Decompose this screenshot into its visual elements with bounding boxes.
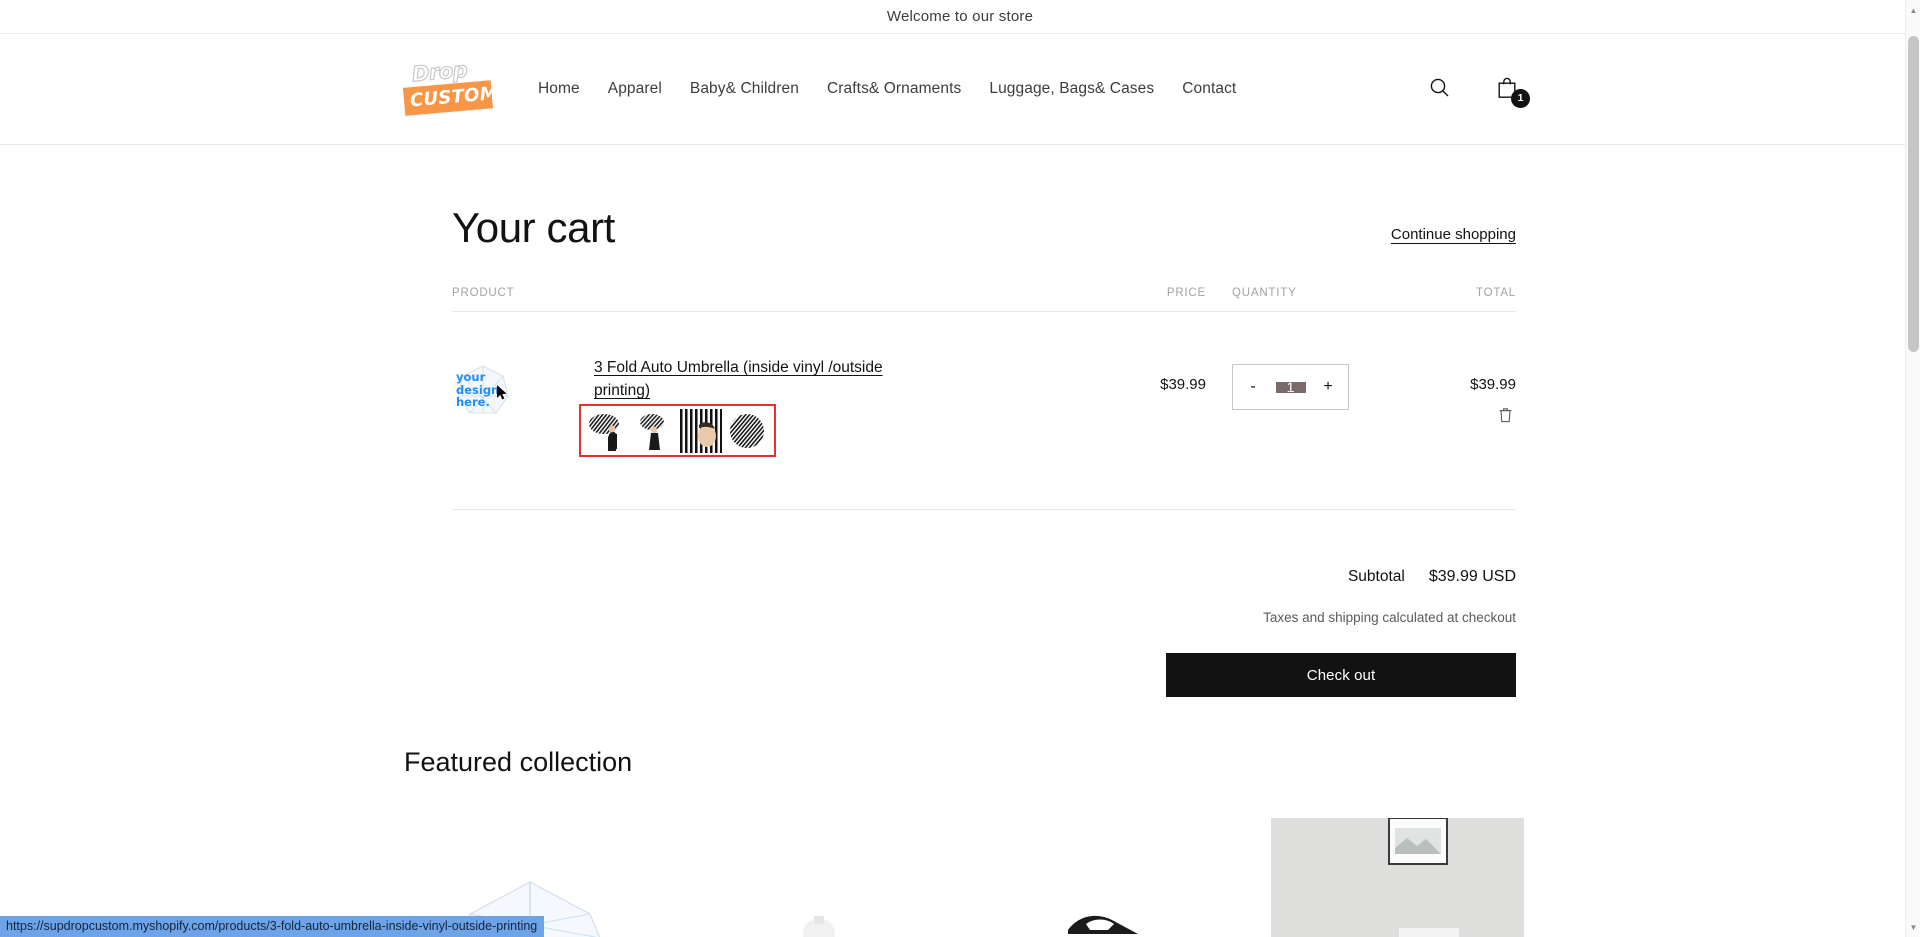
- trash-icon: [1498, 407, 1513, 426]
- preview-thumbnail[interactable]: [725, 408, 768, 453]
- cart-page: Your cart Continue shopping PRODUCT PRIC…: [0, 145, 1920, 697]
- scrollbar-thumb[interactable]: [1908, 36, 1919, 352]
- product-thumbnail[interactable]: your design here.: [452, 360, 514, 422]
- cart-table-header: PRODUCT PRICE QUANTITY TOTAL: [452, 287, 1516, 312]
- cart-count-badge: 1: [1511, 89, 1530, 108]
- nav-item-apparel[interactable]: Apparel: [594, 80, 676, 98]
- thumbnail-caption-line1: your: [456, 370, 486, 384]
- product-image-hover-preview[interactable]: [579, 404, 776, 457]
- column-header-quantity: QUANTITY: [1232, 287, 1297, 299]
- cart-line-item: your design here. 3 Fold Auto Umbrella (…: [452, 312, 1516, 510]
- umbrella-model-front-icon: [589, 413, 620, 451]
- framed-wall-art-icon: [1388, 818, 1459, 937]
- quantity-decrease-button[interactable]: -: [1244, 379, 1262, 395]
- preview-thumbnail[interactable]: [633, 408, 676, 453]
- white-ornament-icon: [803, 916, 835, 937]
- featured-collection-grid: [404, 818, 1920, 937]
- checkout-button[interactable]: Check out: [1166, 653, 1516, 697]
- umbrella-canopy-icon: [729, 413, 764, 448]
- main-navigation: Home Apparel Baby& Children Crafts& Orna…: [538, 80, 1250, 98]
- cart-totals: Subtotal $39.99 USD Taxes and shipping c…: [452, 510, 1516, 697]
- featured-product-image: [1271, 818, 1524, 937]
- cart-header: Your cart Continue shopping: [452, 145, 1516, 249]
- header-actions: 1: [1422, 72, 1530, 108]
- page-title: Your cart: [452, 204, 615, 251]
- subtotal-value: $39.99 USD: [1428, 568, 1516, 585]
- quantity-cell: - +: [1206, 354, 1366, 410]
- search-icon: [1429, 77, 1450, 101]
- tax-shipping-note: Taxes and shipping calculated at checkou…: [1263, 610, 1516, 625]
- nav-item-contact[interactable]: Contact: [1168, 80, 1250, 98]
- nav-item-baby-children[interactable]: Baby& Children: [676, 80, 813, 98]
- quantity-input[interactable]: [1275, 381, 1306, 393]
- cart-table: PRODUCT PRICE QUANTITY TOTAL your design…: [452, 287, 1516, 510]
- column-header-price: PRICE: [1166, 287, 1206, 299]
- featured-product-card[interactable]: [1271, 818, 1524, 937]
- umbrella-closeup-icon: [679, 408, 722, 453]
- logo-drop-text: Drop: [410, 57, 469, 87]
- product-title-link[interactable]: 3 Fold Auto Umbrella (inside vinyl /outs…: [594, 359, 883, 399]
- line-item-total: $39.99: [1470, 376, 1516, 393]
- quantity-stepper[interactable]: - +: [1232, 364, 1349, 410]
- thumbnail-caption-line3: here.: [456, 395, 490, 409]
- page-scrollbar[interactable]: ▲ ▼: [1905, 0, 1920, 937]
- status-bar-url: https://supdropcustom.myshopify.com/prod…: [0, 916, 545, 937]
- announcement-text: Welcome to our store: [886, 8, 1034, 25]
- black-white-bag-icon: [1068, 915, 1138, 934]
- preview-thumbnail[interactable]: [679, 408, 722, 453]
- site-header: Drop CUSTOM Home Apparel Baby& Children …: [0, 34, 1920, 145]
- nav-item-home[interactable]: Home: [538, 80, 594, 98]
- featured-collection-title: Featured collection: [404, 747, 633, 777]
- line-item-total-cell: $39.99: [1366, 354, 1516, 427]
- line-item-price: $39.99: [1160, 376, 1206, 393]
- subtotal-row: Subtotal $39.99 USD: [452, 568, 1516, 586]
- site-logo[interactable]: Drop CUSTOM: [402, 57, 499, 118]
- umbrella-model-side-icon: [640, 413, 665, 450]
- browser-viewport: Welcome to our store Drop CUSTOM Home Ap…: [0, 0, 1920, 937]
- nav-item-crafts-ornaments[interactable]: Crafts& Ornaments: [813, 80, 975, 98]
- preview-thumbnail[interactable]: [587, 408, 630, 453]
- subtotal-label: Subtotal: [1347, 568, 1405, 585]
- continue-shopping-link[interactable]: Continue shopping: [1391, 226, 1516, 243]
- featured-collection: Featured collection: [0, 697, 1920, 937]
- cart-button[interactable]: 1: [1490, 72, 1530, 108]
- remove-item-button[interactable]: [1494, 405, 1516, 427]
- featured-product-card[interactable]: [982, 818, 1235, 937]
- featured-product-image: [982, 818, 1235, 937]
- featured-product-card[interactable]: [693, 818, 946, 937]
- thumbnail-caption: your design here.: [456, 371, 499, 409]
- quantity-increase-button[interactable]: +: [1319, 379, 1337, 395]
- scroll-down-arrow[interactable]: ▼: [1906, 919, 1920, 935]
- column-header-product: PRODUCT: [452, 287, 515, 299]
- announcement-bar: Welcome to our store: [0, 0, 1920, 34]
- featured-product-image: [693, 818, 946, 937]
- column-header-total: TOTAL: [1476, 287, 1516, 299]
- scroll-up-arrow[interactable]: ▲: [1906, 2, 1920, 18]
- search-button[interactable]: [1422, 72, 1456, 106]
- nav-item-luggage-bags-cases[interactable]: Luggage, Bags& Cases: [975, 80, 1168, 98]
